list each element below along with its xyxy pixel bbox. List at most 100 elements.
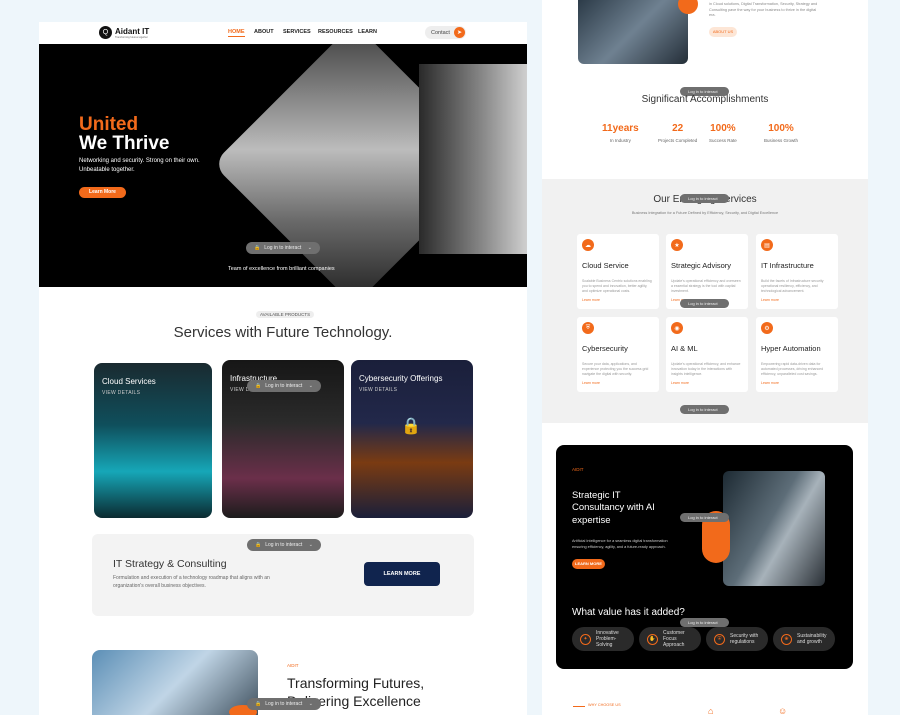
emerging-section: Our Emerging Services Business Integrati…	[542, 179, 868, 423]
hero-team-text: Team of excellence from brilliant compan…	[228, 266, 335, 272]
ai-value-heading: What value has it added?	[572, 607, 685, 618]
arrow-icon: ➤	[454, 27, 465, 38]
lock-icon: 🔒	[254, 245, 261, 251]
view-details-link[interactable]: VIEW DETAILS	[359, 387, 397, 393]
left-page: Q Aidant IT Transforming futures togethe…	[39, 22, 527, 715]
stat-projects: 22 Projects Completed	[658, 123, 698, 143]
transform-tag: AIDIT	[287, 663, 299, 668]
gear-icon: ⚙	[761, 322, 773, 334]
learn-more-link[interactable]: Learn more	[582, 381, 600, 385]
about-image	[578, 0, 688, 64]
shield-icon: ⛨	[714, 633, 725, 645]
service-card-cloud-service[interactable]: ☁ Cloud Service Scalable Business Centri…	[577, 234, 659, 309]
service-card-cloud[interactable]: Cloud Services VIEW DETAILS	[94, 363, 212, 518]
learn-more-link[interactable]: Learn more	[761, 298, 779, 302]
stat-success: 100% Success Rate	[709, 123, 737, 143]
server-icon: ▤	[761, 239, 773, 251]
login-pill[interactable]: Log in to interact	[680, 405, 729, 414]
chevron-down-icon: ⌄	[308, 383, 313, 389]
cloud-icon: ☁	[582, 239, 594, 251]
accomplishments-heading: Significant Accomplishments	[641, 94, 769, 105]
hero-learn-more-button[interactable]: Learn More	[79, 187, 126, 198]
login-pill[interactable]: Log in to interact	[680, 194, 729, 203]
about-text: in Cloud solutions, Digital Transformati…	[709, 2, 818, 18]
service-card-cybersecurity[interactable]: ⛨ Cybersecurity Secure your data, applic…	[577, 317, 659, 392]
stat-years: 11years In Industry	[602, 123, 639, 143]
leaf-icon: ❀	[781, 633, 792, 645]
chevron-down-icon: ⌄	[308, 701, 313, 707]
nav-resources[interactable]: RESOURCES	[318, 29, 353, 35]
view-details-link[interactable]: VIEW DETAILS	[102, 390, 140, 396]
emerging-subheading: Business Integration for a Future Define…	[631, 211, 779, 215]
advisory-icon: ★	[671, 239, 683, 251]
hero-title-white: We Thrive	[79, 133, 170, 154]
login-pill[interactable]: 🔒 Log in to interact ⌄	[247, 539, 321, 551]
handshake-icon: ✋	[647, 633, 658, 645]
contact-label: Contact	[431, 29, 450, 36]
products-badge: AVAILABLE PRODUCTS	[256, 311, 315, 318]
value-chip-sustainability: ❀ Sustainability and growth	[773, 627, 835, 651]
nav-learn[interactable]: LEARN	[358, 29, 377, 35]
service-card-hyper-automation[interactable]: ⚙ Hyper Automation Empowering rapid data…	[756, 317, 838, 392]
service-card-title: Cloud Services	[102, 377, 156, 386]
ai-learn-more-button[interactable]: LEARN MORE	[572, 559, 605, 569]
learn-more-link[interactable]: Learn more	[582, 298, 600, 302]
transform-image	[92, 650, 258, 715]
strategy-title: IT Strategy & Consulting	[113, 558, 227, 570]
about-badge	[678, 0, 698, 14]
strategy-learn-more-button[interactable]: LEARN MORE	[364, 562, 440, 586]
why-icon-1: ⌂	[708, 706, 714, 715]
ai-image	[723, 471, 825, 586]
why-icon-2: ☺	[778, 706, 788, 715]
login-pill[interactable]: Log in to interact	[680, 513, 729, 522]
learn-more-link[interactable]: Learn more	[761, 381, 779, 385]
transform-heading-line1: Transforming Futures,	[287, 675, 425, 691]
hero: United We Thrive Networking and security…	[39, 44, 527, 287]
value-chip-customer: ✋ Customer Focus Approach	[639, 627, 701, 651]
login-pill[interactable]: Log in to interact	[680, 299, 729, 308]
logo-text: Aidant IT	[115, 26, 150, 36]
chevron-down-icon: ⌄	[308, 542, 313, 548]
login-pill[interactable]: 🔒 Log in to interact ⌄	[246, 242, 320, 254]
puzzle-icon: ✦	[580, 633, 591, 645]
stat-growth: 100% Business Growth	[764, 123, 799, 143]
service-card-cybersecurity[interactable]: Cybersecurity Offerings VIEW DETAILS 🔒	[351, 360, 473, 518]
login-pill[interactable]: 🔒 Log in to interact ⌄	[247, 380, 321, 392]
chevron-down-icon: ⌄	[307, 245, 312, 251]
service-card-it-infrastructure[interactable]: ▤ IT Infrastructure Build the facets of …	[756, 234, 838, 309]
contact-button[interactable]: Contact ➤	[425, 26, 466, 39]
logo-tagline: Transforming futures together	[115, 35, 148, 39]
lock-icon: 🔒	[401, 418, 421, 435]
why-tag: WHY CHOOSE US	[588, 703, 621, 707]
service-card-title: Cybersecurity Offerings	[359, 374, 443, 383]
brain-icon: ◉	[671, 322, 683, 334]
lock-icon: 🔒	[255, 542, 262, 548]
login-pill[interactable]: Log in to interact	[680, 618, 729, 627]
about-us-button[interactable]: ABOUT US	[709, 27, 737, 37]
ai-tag: AIDIT	[572, 467, 584, 472]
service-card-strategic-advisory[interactable]: ★ Strategic Advisory Update's operationa…	[666, 234, 748, 309]
products-heading: Services with Future Technology.	[173, 324, 393, 341]
nav-home[interactable]: HOME	[228, 29, 245, 37]
logo-icon: Q	[99, 26, 112, 39]
learn-more-link[interactable]: Learn more	[671, 381, 689, 385]
nav-about[interactable]: ABOUT	[254, 29, 274, 35]
ai-panel: AIDIT Strategic IT Consultancy with AI e…	[556, 445, 853, 669]
logo[interactable]: Q Aidant IT Transforming futures togethe…	[99, 26, 149, 39]
strategy-desc: Formulation and execution of a technolog…	[113, 575, 270, 589]
why-line	[573, 706, 585, 707]
navbar: Q Aidant IT Transforming futures togethe…	[39, 22, 527, 44]
lock-icon: 🔒	[255, 383, 262, 389]
login-pill[interactable]: 🔒 Log in to interact ⌄	[247, 698, 321, 710]
nav-services[interactable]: SERVICES	[283, 29, 311, 35]
value-chip-innovative: ✦ Innovative Problem-Solving	[572, 627, 634, 651]
ai-desc: Artificial Intelligence for a seamless d…	[572, 539, 668, 549]
right-page: in Cloud solutions, Digital Transformati…	[542, 0, 868, 715]
hero-image-right	[419, 64, 527, 254]
service-card-ai-ml[interactable]: ◉ AI & ML Update's operational efficienc…	[666, 317, 748, 392]
ai-heading: Strategic IT Consultancy with AI experti…	[572, 490, 655, 526]
hero-subtitle: Networking and security. Strong on their…	[79, 158, 200, 173]
lock-icon: 🔒	[255, 701, 262, 707]
value-chip-security: ⛨ Security with regulations	[706, 627, 768, 651]
shield-icon: ⛨	[582, 322, 594, 334]
